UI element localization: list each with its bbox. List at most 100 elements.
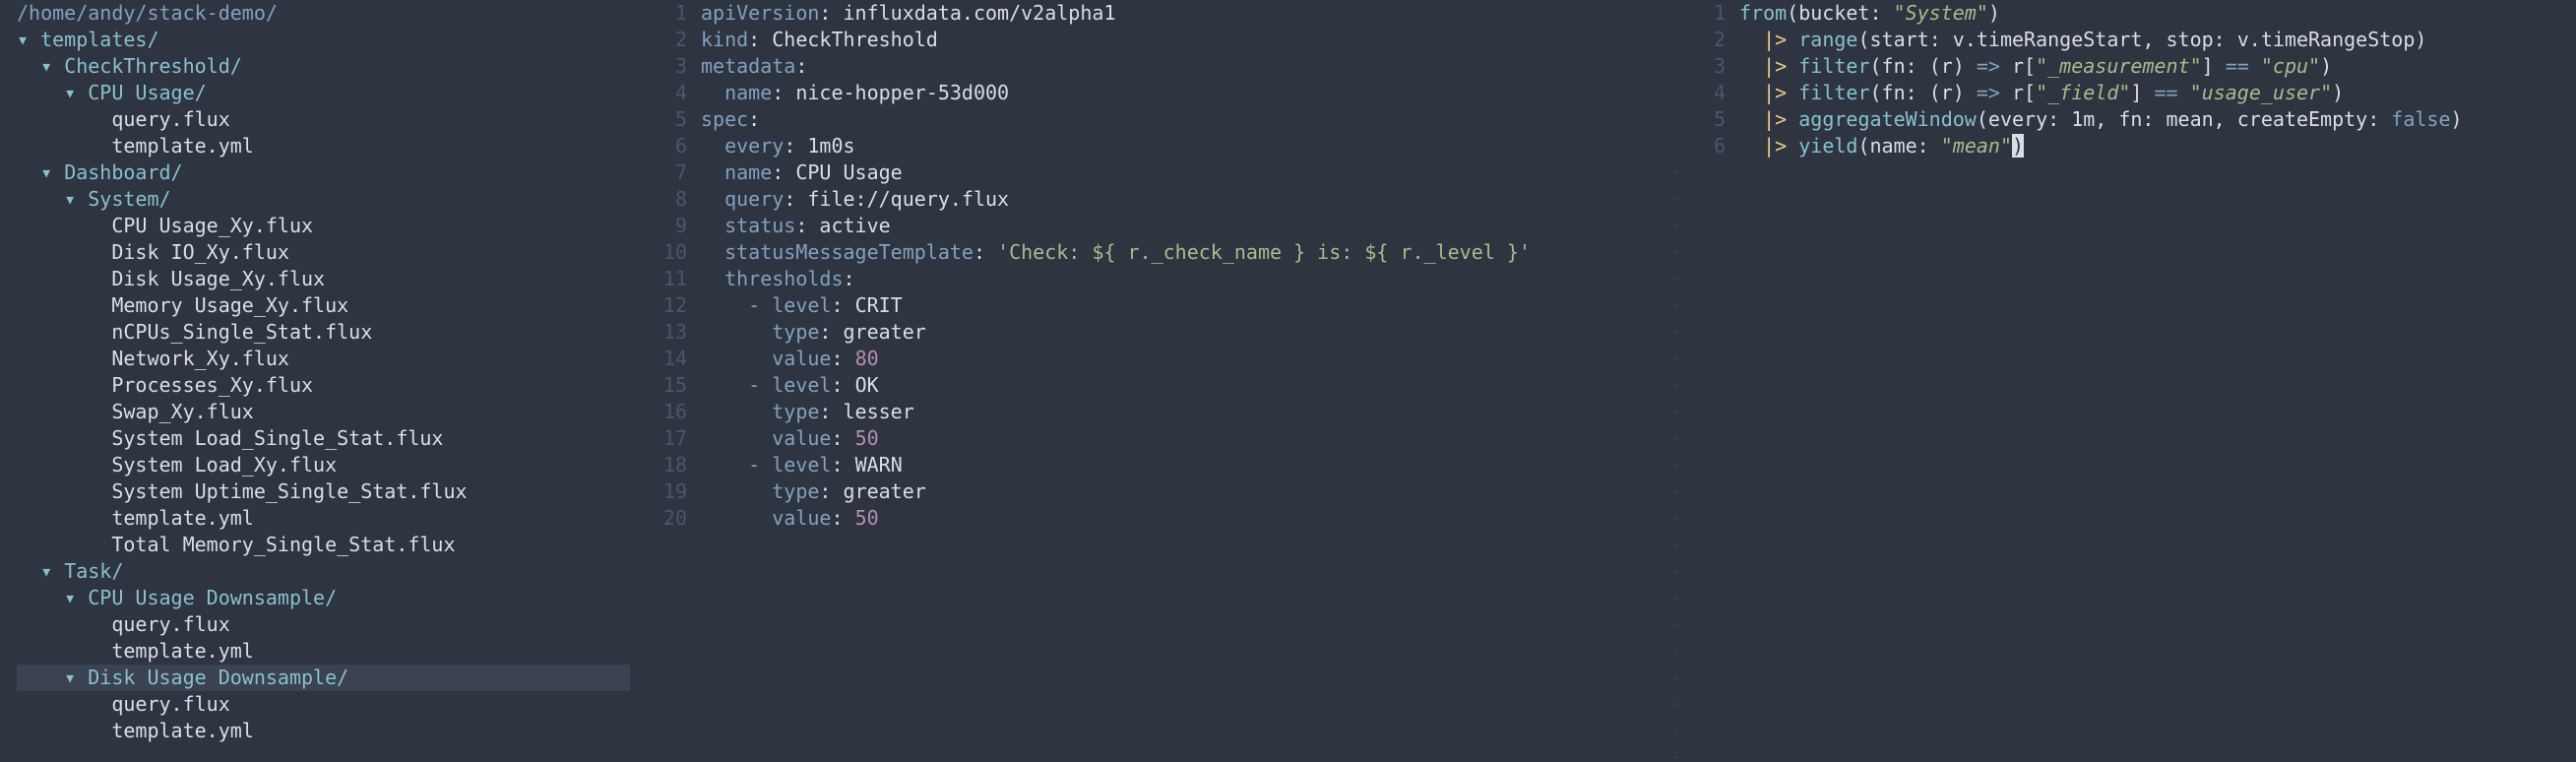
code-line[interactable]: 8 query: file://query.flux <box>640 186 1678 213</box>
tree-directory[interactable]: ▾ Disk Usage Downsample/ <box>17 665 630 691</box>
code-token: spec <box>701 107 749 131</box>
code-line[interactable]: 4 name: nice-hopper-53d000 <box>640 80 1678 106</box>
flux-editor-pane[interactable]: 1 from(bucket: "System") 2 |> range(start:… <box>1678 0 2576 762</box>
tree-directory[interactable]: ▾ CheckThreshold/ <box>0 53 640 80</box>
tree-file[interactable]: Disk IO_Xy.flux <box>0 239 640 266</box>
chevron-down-icon[interactable]: ▾ <box>40 160 52 184</box>
code-token: type <box>772 320 820 344</box>
yaml-code[interactable]: 1 apiVersion: influxdata.com/v2alpha1 2 kin… <box>640 0 1678 532</box>
code-token: : OK <box>831 373 879 397</box>
code-token: : <box>831 347 855 370</box>
code-line[interactable]: 1 from(bucket: "System") <box>1678 0 2576 27</box>
chevron-down-icon[interactable]: ▾ <box>64 187 76 211</box>
code-line[interactable]: 2 |> range(start: v.timeRangeStart, stop… <box>1678 27 2576 53</box>
chevron-down-icon[interactable]: ▾ <box>17 28 29 51</box>
tree-file[interactable]: nCPUs_Single_Stat.flux <box>0 319 640 346</box>
tree-directory[interactable]: ▾ CPU Usage Downsample/ <box>0 585 640 611</box>
tree-directory[interactable]: ▾ System/ <box>0 186 640 213</box>
tree-file[interactable]: Swap_Xy.flux <box>0 399 640 425</box>
code-line[interactable]: 11 thresholds: <box>640 266 1678 292</box>
tree-file[interactable]: template.yml <box>0 718 640 744</box>
code-token: : greater <box>819 479 926 503</box>
yaml-editor-pane[interactable]: 1 apiVersion: influxdata.com/v2alpha1 2 kin… <box>640 0 1678 762</box>
code-line[interactable]: 16 type: lesser <box>640 399 1678 425</box>
tree-file[interactable]: Memory Usage_Xy.flux <box>0 292 640 319</box>
code-token: "_measurement" <box>2036 54 2202 78</box>
code-line[interactable]: 7 name: CPU Usage <box>640 159 1678 186</box>
tree-file[interactable]: System Load_Xy.flux <box>0 452 640 478</box>
tree-file[interactable]: Total Memory_Single_Stat.flux <box>0 532 640 558</box>
code-token: : nice-hopper-53d000 <box>772 81 1010 104</box>
code-line[interactable]: 14 value: 80 <box>640 346 1678 372</box>
tree-file[interactable]: Network_Xy.flux <box>0 346 640 372</box>
code-token: : <box>831 426 855 450</box>
code-token: 50 <box>854 506 879 530</box>
code-line[interactable]: 18 - level: WARN <box>640 452 1678 478</box>
file-tree-pane[interactable]: /home/andy/stack-demo/ ▾ templates/ ▾ Ch… <box>0 0 640 762</box>
code-line[interactable]: 9 status: active <box>640 213 1678 239</box>
code-token: "System" <box>1893 1 1988 25</box>
code-token: : <box>973 240 998 264</box>
tree-directory[interactable]: ▾ CPU Usage/ <box>0 80 640 106</box>
code-line[interactable]: 19 type: greater <box>640 478 1678 505</box>
code-line[interactable]: 6 |> yield(name: "mean") <box>1678 133 2576 159</box>
line-number: 6 <box>1713 134 1726 158</box>
tree-file[interactable]: Disk Usage_Xy.flux <box>0 266 640 292</box>
chevron-down-icon[interactable]: ▾ <box>64 81 76 104</box>
tree-file[interactable]: query.flux <box>0 611 640 638</box>
code-token: (fn: (r) <box>1869 54 1977 78</box>
tree-directory[interactable]: ▾ templates/ <box>0 27 640 53</box>
file-name: Swap_Xy.flux <box>111 400 254 423</box>
tree-file[interactable]: System Uptime_Single_Stat.flux <box>0 478 640 505</box>
tree-file[interactable]: Processes_Xy.flux <box>0 372 640 399</box>
code-token: metadata <box>701 54 796 78</box>
code-line[interactable]: 13 type: greater <box>640 319 1678 346</box>
flux-code[interactable]: 1 from(bucket: "System") 2 |> range(start:… <box>1678 0 2576 159</box>
code-token: "cpu" <box>2260 54 2321 78</box>
code-token: : lesser <box>819 400 914 423</box>
tree-directory[interactable]: ▾ Dashboard/ <box>0 159 640 186</box>
line-number: 3 <box>674 54 687 78</box>
code-line[interactable]: 6 every: 1m0s <box>640 133 1678 159</box>
chevron-down-icon[interactable]: ▾ <box>64 666 76 689</box>
code-line[interactable]: 4 |> filter(fn: (r) => r["_field"] == "u… <box>1678 80 2576 106</box>
code-token: - <box>748 453 773 476</box>
code-line[interactable]: 5 |> aggregateWindow(every: 1m, fn: mean… <box>1678 106 2576 133</box>
code-line[interactable]: 12 - level: CRIT <box>640 292 1678 319</box>
chevron-down-icon[interactable]: ▾ <box>40 54 52 78</box>
code-token: filter <box>1798 81 1870 104</box>
code-line[interactable]: 3 metadata: <box>640 53 1678 80</box>
code-line[interactable]: 17 value: 50 <box>640 425 1678 452</box>
code-line[interactable]: 1 apiVersion: influxdata.com/v2alpha1 <box>640 0 1678 27</box>
tree-file[interactable]: query.flux <box>0 106 640 133</box>
code-token: : greater <box>819 320 926 344</box>
code-line[interactable]: 10 statusMessageTemplate: 'Check: ${ r._… <box>640 239 1678 266</box>
code-line[interactable]: 15 - level: OK <box>640 372 1678 399</box>
code-line[interactable]: 20 value: 50 <box>640 505 1678 532</box>
chevron-down-icon[interactable]: ▾ <box>40 559 52 583</box>
tree-directory[interactable]: ▾ Task/ <box>0 558 640 585</box>
code-token: thresholds <box>724 267 844 290</box>
tree-file[interactable]: query.flux <box>0 691 640 718</box>
text-cursor: ) <box>2012 134 2025 158</box>
chevron-down-icon[interactable]: ▾ <box>64 586 76 609</box>
tree-file[interactable]: CPU Usage_Xy.flux <box>0 213 640 239</box>
tree-root-path: /home/andy/stack-demo/ <box>17 1 278 25</box>
tree-file[interactable]: template.yml <box>0 505 640 532</box>
code-line[interactable]: 3 |> filter(fn: (r) => r["_measurement"]… <box>1678 53 2576 80</box>
tree-file[interactable]: template.yml <box>0 133 640 159</box>
code-line[interactable]: 5 spec: <box>640 106 1678 133</box>
code-line[interactable]: 2 kind: CheckThreshold <box>640 27 1678 53</box>
code-token: yield <box>1798 134 1858 158</box>
tree-file[interactable]: System Load_Single_Stat.flux <box>0 425 640 452</box>
code-token: : CheckThreshold <box>748 28 938 51</box>
tree-file[interactable]: template.yml <box>0 638 640 665</box>
